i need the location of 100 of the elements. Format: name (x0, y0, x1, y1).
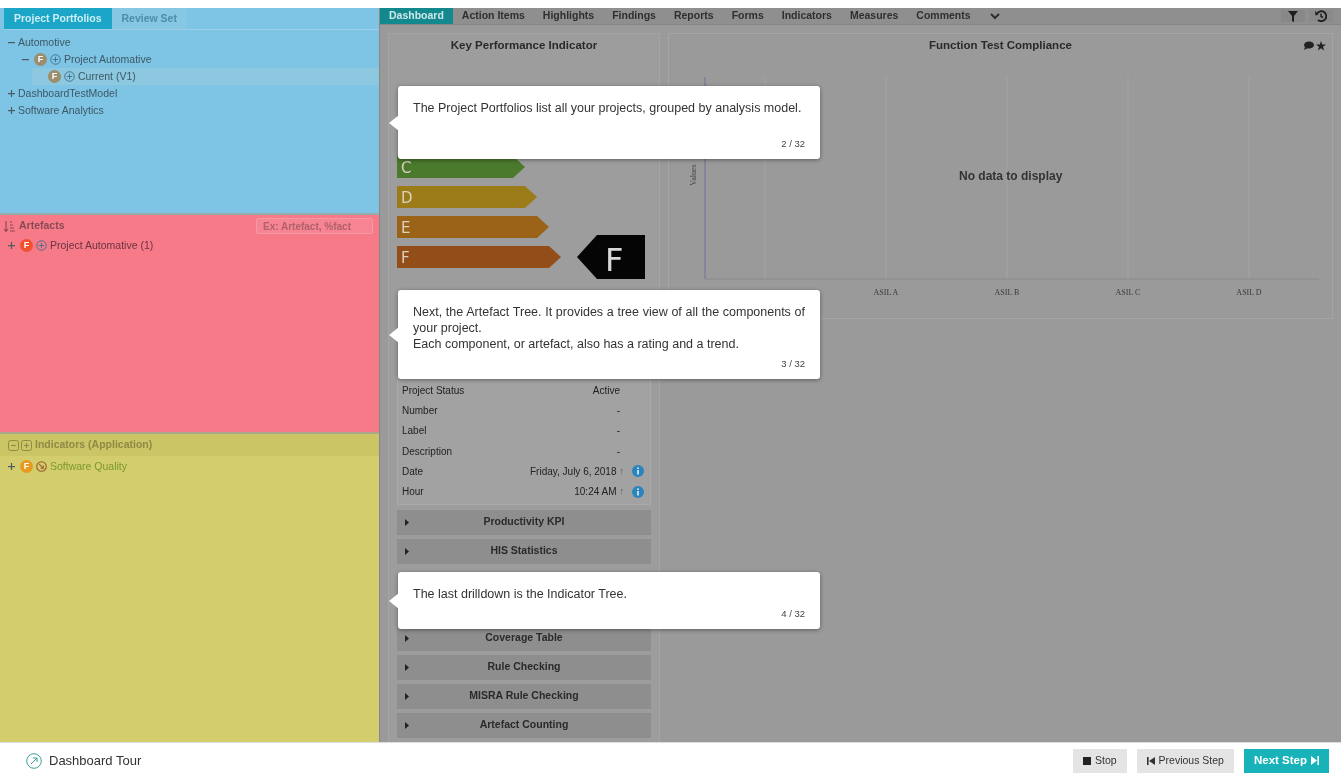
chart-title: Function Test Compliance (929, 37, 1072, 53)
axis-tick-label: ASIL B (993, 287, 1021, 299)
accordion-header[interactable]: MISRA Rule Checking (397, 683, 651, 709)
info-value: - (616, 444, 620, 459)
plus-circle-icon (64, 71, 75, 82)
info-label: Hour (402, 485, 424, 500)
panel-title: Artefacts (19, 218, 65, 234)
star-icon[interactable] (1316, 40, 1326, 51)
panel-title: Key Performance Indicator (449, 37, 599, 53)
sort-icon[interactable] (4, 220, 15, 232)
expand-icon[interactable] (8, 107, 15, 114)
next-button[interactable]: Next Step (1243, 748, 1329, 773)
search-field[interactable]: Ex: Artefact, %fact (256, 218, 373, 234)
nav-tab[interactable]: Action Items (452, 8, 534, 24)
tree-label[interactable]: Automotive (18, 34, 71, 51)
plus-circle-icon (36, 240, 47, 251)
nav-tab[interactable]: Dashboard (380, 8, 453, 24)
tree-row[interactable]: F Current (V1) (32, 68, 379, 85)
caret-icon (405, 634, 409, 642)
collapse-icon[interactable] (22, 56, 29, 63)
step-counter: 4 / 32 (781, 606, 805, 621)
tree-label[interactable]: Current (V1) (78, 68, 136, 85)
nav-tab[interactable]: Forms (722, 8, 773, 24)
rating-badge: F (48, 70, 61, 83)
caret-icon (405, 692, 409, 700)
stop-icon (1082, 756, 1091, 765)
info-label: Label (402, 424, 427, 439)
nav-tab[interactable]: Findings (603, 8, 665, 24)
stop-button[interactable]: Stop (1072, 748, 1127, 773)
expand-all-icon[interactable] (21, 439, 32, 451)
axis-tick-label: ASIL A (872, 287, 900, 299)
skip-forward-icon (1311, 756, 1319, 765)
nav-tab[interactable]: Comments (907, 8, 980, 24)
rating-badge: F (34, 53, 47, 66)
axis-tick-label: ASIL D (1235, 287, 1263, 299)
panel-title: Indicators (Application) (35, 437, 153, 453)
trend-arrow: ↑ (619, 464, 624, 478)
tree-label[interactable]: Project Automative (64, 51, 152, 68)
rating-badge: F (20, 460, 33, 473)
rating-bar: F (397, 246, 561, 268)
nav-tab[interactable]: Indicators (772, 8, 841, 24)
popup-text: The Project Portfolios list all your projects, grouped by analysis model. (413, 100, 803, 116)
info-icon[interactable] (632, 485, 644, 498)
history-button[interactable] (1309, 10, 1333, 22)
expand-icon[interactable] (8, 90, 15, 97)
info-value: - (616, 424, 620, 439)
collapse-all-icon[interactable] (8, 439, 19, 451)
accordion-header[interactable]: Artefact Counting (397, 712, 651, 738)
accordion-header[interactable]: HIS Statistics (397, 538, 651, 564)
comment-icon[interactable] (1304, 41, 1314, 50)
panel-tab[interactable]: Project Portfolios (4, 8, 112, 29)
filter-button[interactable] (1281, 10, 1305, 22)
rating-bar: E (397, 216, 549, 238)
tree-row[interactable]: Software Analytics (4, 102, 379, 119)
expand-icon[interactable] (8, 463, 15, 470)
tree-row[interactable]: F Project Automative (18, 51, 379, 68)
trend-icon (36, 461, 47, 472)
popup-text: Next, the Artefact Tree. It provides a tree view of all the components of your project. (413, 304, 805, 336)
rating-marker: F (577, 235, 645, 279)
accordion-header[interactable]: Productivity KPI (397, 509, 651, 535)
trend-arrow: ↑ (619, 484, 624, 498)
info-value: 10:24 AM (574, 485, 617, 500)
tree-label[interactable]: Project Automative (1) (50, 237, 154, 254)
nav-tab[interactable]: Highlights (533, 8, 604, 24)
info-value: - (616, 403, 620, 418)
tree-row[interactable]: F Project Automative (1) (4, 237, 379, 254)
collapse-icon[interactable] (8, 39, 15, 46)
tree-label[interactable]: Software Analytics (18, 102, 104, 119)
popup-text: Each component, or artefact, also has a rating and a trend. (413, 336, 740, 352)
tour-title: Dashboard Tour (49, 751, 142, 770)
caret-icon (405, 518, 409, 526)
caret-icon (405, 721, 409, 729)
info-label: Description (402, 444, 453, 459)
accordion-header[interactable]: Rule Checking (397, 654, 651, 680)
tree-row[interactable]: Automotive (4, 34, 379, 51)
tree-row[interactable]: F Software Quality (4, 458, 379, 475)
previous-button[interactable]: Previous Step (1136, 748, 1234, 773)
info-icon[interactable] (632, 465, 644, 478)
arrow-circle-icon (26, 752, 42, 769)
rating-bar: D (397, 186, 537, 208)
step-counter: 2 / 32 (781, 136, 805, 151)
step-counter: 3 / 32 (781, 356, 805, 371)
tree-row[interactable]: DashboardTestModel (4, 85, 379, 102)
skip-back-icon (1146, 756, 1155, 765)
plus-circle-icon (50, 54, 61, 65)
tree-label[interactable]: DashboardTestModel (18, 85, 118, 102)
empty-chart-message: No data to display (959, 168, 1063, 185)
rating-badge: F (20, 239, 33, 252)
history-icon (1315, 10, 1327, 22)
expand-icon[interactable] (8, 242, 15, 249)
axis-label: Values (687, 164, 699, 186)
info-label: Date (402, 464, 424, 479)
nav-tab[interactable]: Measures (840, 8, 908, 24)
info-value: Active (592, 383, 620, 398)
caret-icon (405, 663, 409, 671)
axis-tick-label: ASIL C (1114, 287, 1142, 299)
info-label: Project Status (402, 383, 465, 398)
info-label: Number (402, 403, 438, 418)
nav-tab[interactable]: Reports (664, 8, 723, 24)
caret-icon (405, 547, 409, 555)
